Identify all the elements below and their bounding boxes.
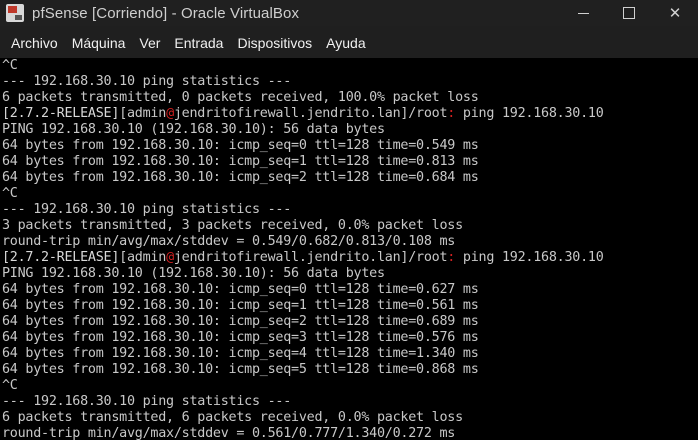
console-line: 64 bytes from 192.168.30.10: icmp_seq=5 … <box>2 362 479 377</box>
console-output: ^C --- 192.168.30.10 ping statistics --- 6… <box>0 58 698 440</box>
virtualbox-vm-icon <box>6 4 24 22</box>
prompt-command: ping 192.168.30.10 <box>455 106 604 121</box>
console-line: 3 packets transmitted, 3 packets receive… <box>2 218 463 233</box>
console-line: --- 192.168.30.10 ping statistics --- <box>2 74 292 89</box>
prompt-user: [admin <box>119 106 167 121</box>
window-controls: ✕ <box>560 0 698 26</box>
console-line: 64 bytes from 192.168.30.10: icmp_seq=0 … <box>2 138 479 153</box>
console-line: 64 bytes from 192.168.30.10: icmp_seq=2 … <box>2 170 479 185</box>
minimize-icon <box>577 12 589 14</box>
maximize-icon <box>623 7 635 19</box>
maximize-button[interactable] <box>606 0 652 26</box>
console-line: 64 bytes from 192.168.30.10: icmp_seq=4 … <box>2 346 479 361</box>
prompt-path: /root <box>408 106 448 121</box>
console-line: 6 packets transmitted, 6 packets receive… <box>2 410 463 425</box>
console-line: round-trip min/avg/max/stddev = 0.561/0.… <box>2 426 456 440</box>
console-line: 64 bytes from 192.168.30.10: icmp_seq=3 … <box>2 330 479 345</box>
console-line: ^C <box>2 378 18 393</box>
menu-archivo[interactable]: Archivo <box>5 26 64 58</box>
prompt-host: jendritofirewall.jendrito.lan] <box>173 106 409 121</box>
console-prompt-line: [2.7.2-RELEASE][admin@jendritofirewall.j… <box>2 106 698 122</box>
console-line: 64 bytes from 192.168.30.10: icmp_seq=1 … <box>2 154 479 169</box>
console-line: PING 192.168.30.10 (192.168.30.10): 56 d… <box>2 122 385 137</box>
prompt-host: jendritofirewall.jendrito.lan] <box>173 250 409 265</box>
prompt-at: @ <box>166 106 174 121</box>
prompt-release: [2.7.2-RELEASE] <box>2 250 120 265</box>
minimize-button[interactable] <box>560 0 606 26</box>
console-line: --- 192.168.30.10 ping statistics --- <box>2 394 292 409</box>
menu-ver[interactable]: Ver <box>133 26 166 58</box>
window-title: pfSense [Corriendo] - Oracle VirtualBox <box>32 4 300 22</box>
console-line: PING 192.168.30.10 (192.168.30.10): 56 d… <box>2 266 385 281</box>
console-line: ^C <box>2 58 18 73</box>
prompt-at: @ <box>166 250 174 265</box>
console-line: 64 bytes from 192.168.30.10: icmp_seq=1 … <box>2 298 479 313</box>
menu-entrada[interactable]: Entrada <box>168 26 229 58</box>
console-line: round-trip min/avg/max/stddev = 0.549/0.… <box>2 234 456 249</box>
prompt-colon: : <box>447 250 456 265</box>
prompt-colon: : <box>447 106 456 121</box>
console-prompt-line: [2.7.2-RELEASE][admin@jendritofirewall.j… <box>2 250 698 266</box>
close-icon: ✕ <box>668 5 682 22</box>
close-button[interactable]: ✕ <box>652 0 698 26</box>
prompt-user: [admin <box>119 250 167 265</box>
menu-ayuda[interactable]: Ayuda <box>320 26 371 58</box>
menu-bar: Archivo Máquina Ver Entrada Dispositivos… <box>0 26 698 58</box>
menu-dispositivos[interactable]: Dispositivos <box>231 26 318 58</box>
console-line: 6 packets transmitted, 0 packets receive… <box>2 90 479 105</box>
window-titlebar[interactable]: pfSense [Corriendo] - Oracle VirtualBox … <box>0 0 698 26</box>
prompt-command: ping 192.168.30.10 <box>455 250 604 265</box>
prompt-release: [2.7.2-RELEASE] <box>2 106 120 121</box>
vm-console[interactable]: ^C --- 192.168.30.10 ping statistics --- 6… <box>0 58 698 440</box>
console-line: --- 192.168.30.10 ping statistics --- <box>2 202 292 217</box>
console-line: ^C <box>2 186 18 201</box>
console-line: 64 bytes from 192.168.30.10: icmp_seq=2 … <box>2 314 479 329</box>
menu-maquina[interactable]: Máquina <box>66 26 132 58</box>
console-line: 64 bytes from 192.168.30.10: icmp_seq=0 … <box>2 282 479 297</box>
prompt-path: /root <box>408 250 448 265</box>
